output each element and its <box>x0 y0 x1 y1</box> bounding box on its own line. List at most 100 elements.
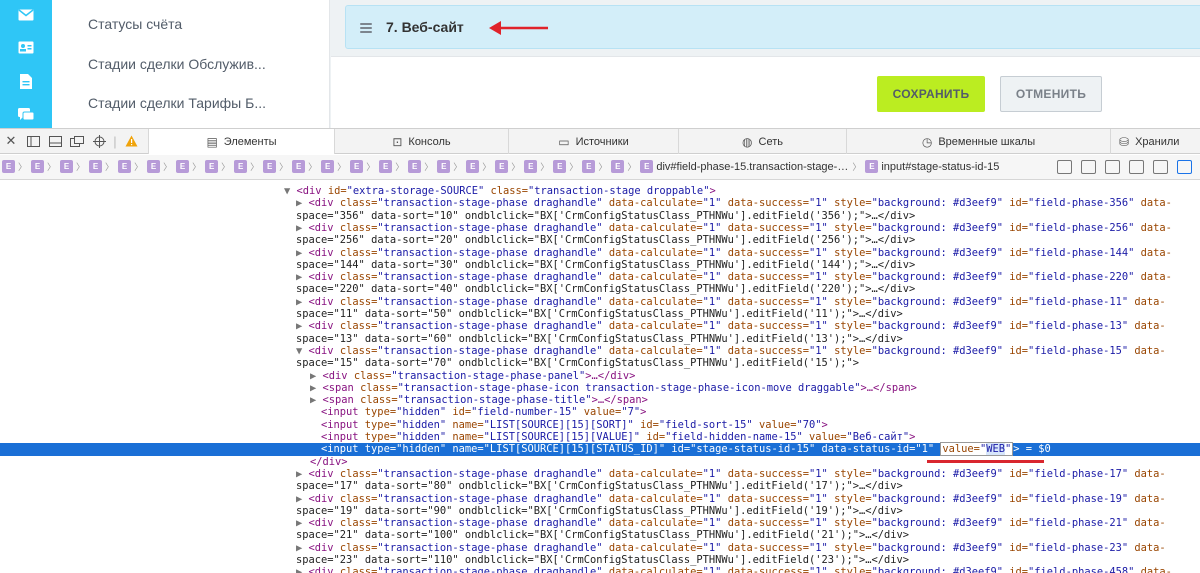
layout-icon[interactable] <box>1057 160 1072 174</box>
attr-name: id= <box>327 185 347 197</box>
tab-elements[interactable]: ▤ Элементы <box>148 129 334 154</box>
undock-icon[interactable] <box>68 133 86 149</box>
dom-node-line[interactable]: ▶ <div class="transaction-stage-phase dr… <box>296 566 1172 573</box>
dom-node-line[interactable]: ▶ <span class="transaction-stage-phase-t… <box>310 394 648 406</box>
dom-node-selected[interactable]: <input type="hidden" name="LIST[SOURCE][… <box>0 442 1200 457</box>
breadcrumb-element-icon[interactable]: E <box>408 160 422 173</box>
close-icon[interactable]: ✕ <box>2 133 20 149</box>
dom-node-line[interactable]: ▶ <span class="transaction-stage-phase-i… <box>310 382 917 394</box>
dom-node-line[interactable]: ▶ <div class="transaction-stage-phase dr… <box>296 468 1166 480</box>
dom-node-line[interactable]: ▶ <div class="transaction-stage-phase dr… <box>296 517 1166 529</box>
grid-icon[interactable] <box>1105 160 1120 174</box>
dom-node-line[interactable]: </div> <box>310 456 348 468</box>
dom-node-line[interactable]: ▶ <div class="transaction-stage-phase dr… <box>296 296 1166 308</box>
breadcrumb-separator-icon: 〉 <box>540 162 550 172</box>
dom-node-line[interactable]: <input type="hidden" name="LIST[SOURCE][… <box>321 431 915 443</box>
attr-name: value= <box>577 406 622 419</box>
dom-node-line[interactable]: space="19" data-sort="90" ondblclick="BX… <box>296 505 903 517</box>
breadcrumb-item[interactable]: div#field-phase-15.transaction-stage-… <box>656 161 848 173</box>
dom-node-line[interactable]: space="356" data-sort="10" ondblclick="B… <box>296 210 915 222</box>
breadcrumb-element-icon[interactable]: E <box>234 160 248 173</box>
breadcrumb-element-icon[interactable]: E <box>60 160 74 173</box>
dom-node-line[interactable]: ▶ <div class="transaction-stage-phase dr… <box>296 493 1166 505</box>
breadcrumb-element-icon[interactable]: E <box>611 160 625 173</box>
dom-node-line[interactable]: <input type="hidden" id="field-number-15… <box>321 406 646 418</box>
breadcrumb-element-icon[interactable]: E <box>350 160 364 173</box>
breadcrumb-element-icon[interactable]: E <box>437 160 451 173</box>
dom-node-line[interactable]: space="256" data-sort="20" ondblclick="B… <box>296 234 915 246</box>
dom-node-line[interactable]: ▶ <div class="transaction-stage-phase-pa… <box>310 370 635 382</box>
attr-name: id= <box>1003 344 1029 357</box>
drag-handle-icon[interactable] <box>360 23 372 33</box>
dom-node-line[interactable]: space="144" data-sort="30" ondblclick="B… <box>296 259 915 271</box>
attr-name: data-calculate= <box>602 517 703 530</box>
menu-item-deal-stages-service[interactable]: Стадии сделки Обслужив... <box>88 56 266 72</box>
attr-value: "1" <box>809 320 828 333</box>
breadcrumb-element-icon[interactable]: E <box>118 160 132 173</box>
dom-node-line[interactable]: space="21" data-sort="100" ondblclick="B… <box>296 529 909 541</box>
breadcrumb-element-icon[interactable]: E <box>466 160 480 173</box>
menu-item-deal-stages-tariffs[interactable]: Стадии сделки Тарифы Б... <box>88 95 266 111</box>
dom-node-line[interactable]: <input type="hidden" name="LIST[SOURCE][… <box>321 419 828 431</box>
breadcrumb-element-icon[interactable]: E <box>321 160 335 173</box>
attr-value: "field-sort-15" <box>658 418 753 431</box>
breadcrumb-element-icon[interactable]: E <box>205 160 219 173</box>
breadcrumb-element-icon[interactable]: E <box>292 160 306 173</box>
stage-title[interactable]: 7. Веб-сайт <box>386 19 464 35</box>
stage-row-website[interactable]: 7. Веб-сайт <box>345 5 1200 49</box>
tab-sources[interactable]: ▭ Источники <box>508 129 678 154</box>
menu-item-invoice-statuses[interactable]: Статусы счёта <box>88 16 182 32</box>
dom-node-line[interactable]: ▶ <div class="transaction-stage-phase dr… <box>296 542 1166 554</box>
dom-node-line[interactable]: ▶ <div class="transaction-stage-phase dr… <box>296 222 1172 234</box>
attr-name: data-success= <box>721 197 810 210</box>
edit-icon[interactable] <box>1153 160 1168 174</box>
contact-card-icon[interactable] <box>16 38 36 56</box>
tab-timelines[interactable]: ◷ Временные шкалы <box>846 129 1110 154</box>
document-icon[interactable] <box>16 72 36 90</box>
breadcrumb-separator-icon: 〉 <box>308 162 318 172</box>
print-icon[interactable] <box>1081 160 1096 174</box>
dom-node-line[interactable]: ▶ <div class="transaction-stage-phase dr… <box>296 247 1172 259</box>
dom-node-line[interactable]: ▶ <div class="transaction-stage-phase dr… <box>296 271 1172 283</box>
breadcrumb-element-icon[interactable]: E <box>553 160 567 173</box>
dom-node-line[interactable]: ▶ <div class="transaction-stage-phase dr… <box>296 320 1166 332</box>
breadcrumb-element-icon[interactable]: E <box>2 160 15 173</box>
tab-elements-label: Элементы <box>223 135 277 148</box>
tab-console[interactable]: ⊡ Консоль <box>334 129 508 154</box>
dom-node-line[interactable]: space="13" data-sort="60" ondblclick="BX… <box>296 333 903 345</box>
dom-node-line[interactable]: ▶ <div class="transaction-stage-phase dr… <box>296 197 1172 209</box>
compositing-icon[interactable] <box>1129 160 1144 174</box>
chat-icon[interactable] <box>16 106 36 124</box>
breadcrumb-element-icon[interactable]: E <box>147 160 161 173</box>
breadcrumb-element-icon[interactable]: E <box>89 160 103 173</box>
sidebar-toggle-icon[interactable] <box>1177 160 1192 174</box>
breadcrumb-element-icon[interactable]: E <box>582 160 596 173</box>
dom-node-line[interactable]: space="11" data-sort="50" ondblclick="BX… <box>296 308 903 320</box>
breadcrumb-element-icon[interactable]: E <box>495 160 509 173</box>
breadcrumb-element-icon[interactable]: E <box>524 160 538 173</box>
dom-node-line[interactable]: ▼ <div id="extra-storage-SOURCE" class="… <box>284 185 716 197</box>
dom-node-line[interactable]: space="17" data-sort="80" ondblclick="BX… <box>296 480 903 492</box>
breadcrumb-element-icon[interactable]: E <box>379 160 393 173</box>
dom-node-line[interactable]: space="15" data-sort="70" ondblclick="BX… <box>296 357 859 369</box>
save-button[interactable]: СОХРАНИТЬ <box>877 76 985 112</box>
highlighted-value-attr[interactable]: value="WEB" <box>940 442 1014 457</box>
crosshair-icon[interactable] <box>90 133 108 149</box>
breadcrumb-separator-icon: 〉 <box>250 162 260 172</box>
breadcrumb-element-icon[interactable]: E <box>865 160 879 173</box>
dom-node-line[interactable]: space="220" data-sort="40" ondblclick="B… <box>296 283 915 295</box>
breadcrumb-element-icon[interactable]: E <box>640 160 654 173</box>
warning-icon[interactable] <box>122 133 140 149</box>
cancel-button[interactable]: ОТМЕНИТЬ <box>1000 76 1102 112</box>
dom-node-line[interactable]: space="23" data-sort="110" ondblclick="B… <box>296 554 909 566</box>
mail-icon[interactable] <box>16 6 36 24</box>
tab-network[interactable]: ◍ Сеть <box>678 129 846 154</box>
breadcrumb-element-icon[interactable]: E <box>263 160 277 173</box>
dock-bottom-icon[interactable] <box>46 133 64 149</box>
breadcrumb-element-icon[interactable]: E <box>31 160 45 173</box>
breadcrumb-element-icon[interactable]: E <box>176 160 190 173</box>
dock-side-icon[interactable] <box>24 133 42 149</box>
breadcrumb-item-current[interactable]: input#stage-status-id-15 <box>881 161 999 173</box>
dom-node-line[interactable]: ▼ <div class="transaction-stage-phase dr… <box>296 345 1166 357</box>
tab-storage[interactable]: ⛁ Хранили <box>1110 129 1200 154</box>
